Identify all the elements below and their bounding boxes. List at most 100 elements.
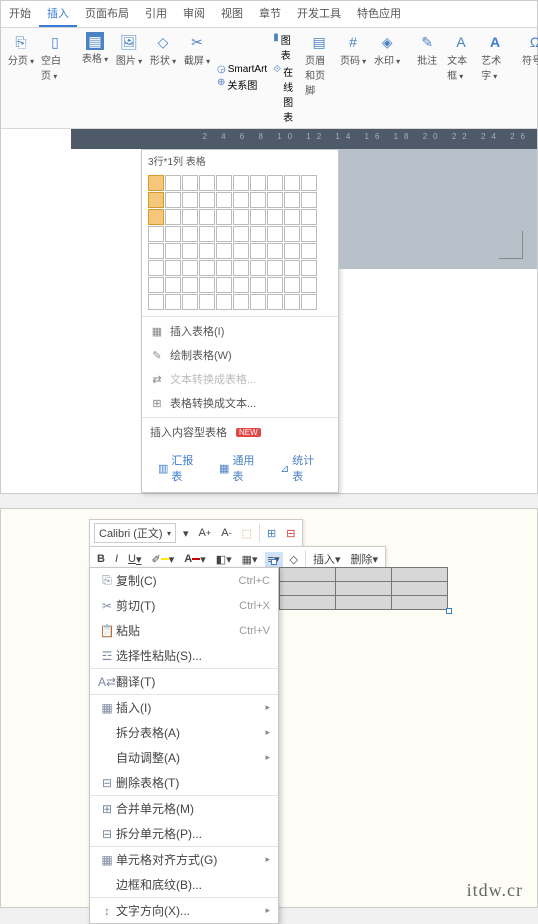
grid-cell[interactable] (267, 243, 283, 259)
ctx-split-cells[interactable]: ⊟拆分单元格(P)... (90, 821, 278, 846)
grid-cell[interactable] (148, 260, 164, 276)
grid-cell[interactable] (199, 277, 215, 293)
grid-cell[interactable] (165, 243, 181, 259)
grid-cell[interactable] (182, 243, 198, 259)
menu-insert-table[interactable]: ▦插入表格(I) (142, 319, 338, 343)
grid-cell[interactable] (216, 260, 232, 276)
grid-cell[interactable] (250, 260, 266, 276)
tab-insert[interactable]: 插入 (39, 1, 77, 27)
btn-blank-page[interactable]: ▯空白页 (41, 32, 69, 124)
grid-cell[interactable] (182, 192, 198, 208)
grid-cell[interactable] (199, 209, 215, 225)
grid-cell[interactable] (182, 294, 198, 310)
grid-cell[interactable] (250, 192, 266, 208)
btn-page-break[interactable]: ⎘分页 (7, 32, 35, 124)
grid-cell[interactable] (250, 226, 266, 242)
tab-special[interactable]: 特色应用 (349, 1, 409, 27)
ctx-insert[interactable]: ▦插入(I)▸ (90, 695, 278, 720)
tab-layout[interactable]: 页面布局 (77, 1, 137, 27)
grid-cell[interactable] (284, 277, 300, 293)
tab-review[interactable]: 审阅 (175, 1, 213, 27)
highlight-color[interactable]: ✐▾ (149, 552, 178, 567)
grid-cell[interactable] (233, 175, 249, 191)
grid-cell[interactable] (284, 209, 300, 225)
ctx-cell-align[interactable]: ▦单元格对齐方式(G)▸ (90, 847, 278, 872)
grid-cell[interactable] (250, 294, 266, 310)
shrink-font[interactable]: A- (218, 526, 234, 540)
underline[interactable]: U ▾ (125, 552, 144, 567)
btn-header-footer[interactable]: ▤页眉和页脚 (305, 32, 333, 124)
grid-cell[interactable] (182, 277, 198, 293)
grid-cell[interactable] (199, 192, 215, 208)
grid-cell[interactable] (216, 175, 232, 191)
selected-table[interactable] (279, 567, 448, 610)
grid-cell[interactable] (301, 209, 317, 225)
grid-cell[interactable] (233, 192, 249, 208)
grid-cell[interactable] (165, 192, 181, 208)
btn-wordart[interactable]: A艺术字 (481, 32, 509, 124)
grid-cell[interactable] (267, 277, 283, 293)
grid-cell[interactable] (233, 294, 249, 310)
ctx-merge-cells[interactable]: ⊞合并单元格(M) (90, 796, 278, 821)
menu-quick-tables[interactable]: 插入内容型表格NEW (142, 420, 338, 444)
grid-cell[interactable] (199, 260, 215, 276)
borders[interactable]: ▦▾ (239, 552, 261, 567)
tab-report-table[interactable]: ▥汇报表 (158, 452, 201, 484)
grid-cell[interactable] (284, 192, 300, 208)
btn-page-number[interactable]: #页码 (339, 32, 367, 124)
tab-references[interactable]: 引用 (137, 1, 175, 27)
btn-symbol[interactable]: Ω符号 (521, 32, 538, 124)
grid-cell[interactable] (301, 175, 317, 191)
eraser[interactable]: ◇ (287, 552, 301, 567)
grid-cell[interactable] (165, 277, 181, 293)
grid-cell[interactable] (216, 226, 232, 242)
ctx-paste-special[interactable]: ☲选择性粘贴(S)... (90, 643, 278, 668)
btn-screenshot[interactable]: ✂截屏 (183, 32, 211, 124)
btn-smartart[interactable]: ◶SmartArt (217, 64, 267, 75)
tab-view[interactable]: 视图 (213, 1, 251, 27)
grid-cell[interactable] (267, 209, 283, 225)
grid-cell[interactable] (165, 260, 181, 276)
move-handle[interactable] (271, 559, 277, 565)
grid-cell[interactable] (216, 209, 232, 225)
ctx-split-table[interactable]: 拆分表格(A)▸ (90, 720, 278, 745)
btn-watermark[interactable]: ◈水印 (373, 32, 401, 124)
grid-cell[interactable] (199, 226, 215, 242)
grid-cell[interactable] (182, 175, 198, 191)
menu-draw-table[interactable]: ✎绘制表格(W) (142, 343, 338, 367)
grid-cell[interactable] (216, 192, 232, 208)
ctx-text-direction[interactable]: ↕文字方向(X)...▸ (90, 898, 278, 923)
grid-cell[interactable] (216, 243, 232, 259)
grid-cell[interactable] (284, 260, 300, 276)
ctx-cut[interactable]: ✂剪切(T)Ctrl+X (90, 593, 278, 618)
grid-cell[interactable] (250, 209, 266, 225)
grid-cell[interactable] (250, 175, 266, 191)
grid-cell[interactable] (301, 294, 317, 310)
grid-cell[interactable] (148, 175, 164, 191)
btn-relation[interactable]: ⊕关系图 (217, 77, 267, 92)
font-color[interactable]: A▾ (181, 552, 208, 567)
grid-cell[interactable] (233, 260, 249, 276)
grid-cell[interactable] (267, 260, 283, 276)
font-selector[interactable]: Calibri (正文) ▾ (94, 523, 176, 543)
grid-cell[interactable] (182, 226, 198, 242)
btn-comment[interactable]: ✎批注 (413, 32, 441, 124)
grid-cell[interactable] (284, 294, 300, 310)
grid-cell[interactable] (148, 209, 164, 225)
document-area[interactable] (339, 149, 537, 269)
italic[interactable]: I (112, 552, 121, 566)
btn-shapes[interactable]: ◇形状 (149, 32, 177, 124)
grid-cell[interactable] (233, 209, 249, 225)
btn-picture[interactable]: 🖼图片 (115, 32, 143, 124)
grid-cell[interactable] (148, 277, 164, 293)
btn-chart[interactable]: ▮图表 (273, 32, 293, 62)
grid-cell[interactable] (148, 192, 164, 208)
grid-cell[interactable] (301, 277, 317, 293)
mini-insert[interactable]: 插入▾ (310, 550, 344, 568)
table-delete-icon[interactable]: ⊟ (283, 526, 298, 541)
tab-home[interactable]: 开始 (1, 1, 39, 27)
ctx-paste[interactable]: 📋粘贴Ctrl+V (90, 618, 278, 643)
grid-cell[interactable] (250, 243, 266, 259)
tab-stats-table[interactable]: ⊿统计表 (280, 452, 322, 484)
grid-cell[interactable] (284, 175, 300, 191)
